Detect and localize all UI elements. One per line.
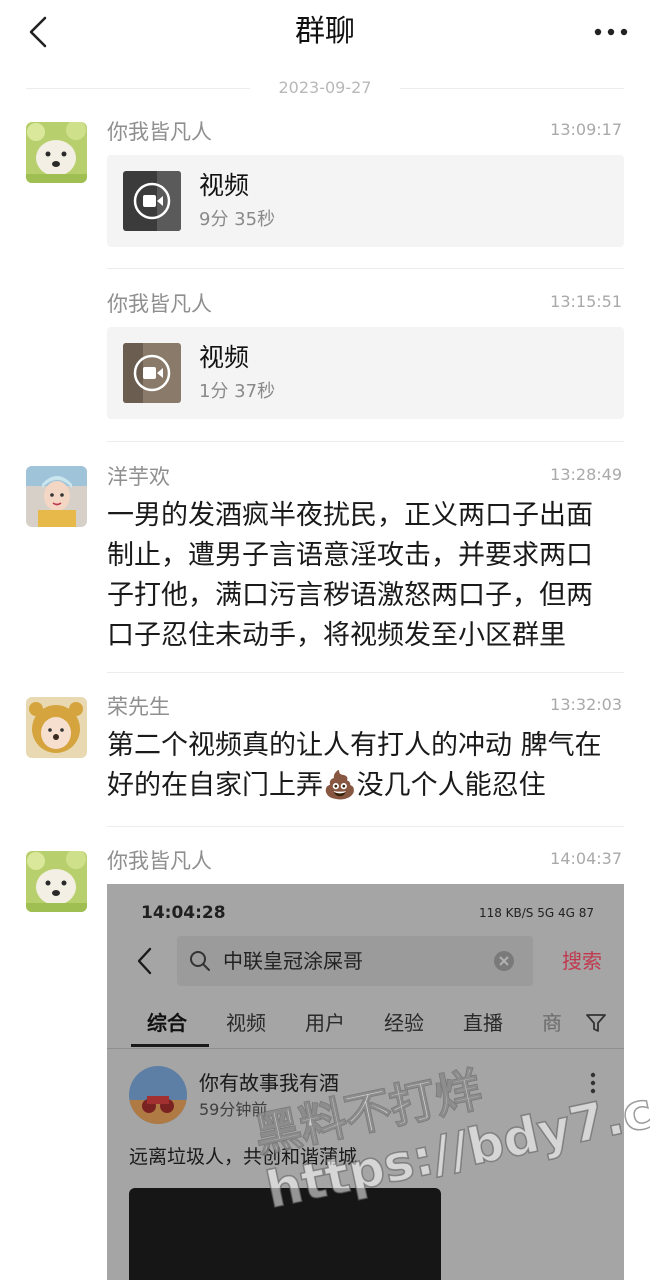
sender-name: 你我皆凡人 (107, 120, 212, 144)
message-time: 13:15:51 (550, 292, 622, 311)
navigation-bar: 群聊 (0, 0, 650, 66)
video-thumbnail (123, 343, 181, 403)
message-divider (107, 268, 624, 269)
video-card[interactable]: 视频 1分 37秒 (107, 327, 624, 419)
more-dots-icon (594, 28, 628, 36)
tab-shop: 商 (542, 1011, 562, 1035)
avatar[interactable] (26, 122, 87, 183)
date-separator: 2023-09-27 (26, 76, 624, 100)
poop-emoji: 💩 (323, 770, 357, 801)
avatar[interactable] (26, 466, 87, 527)
sender-name: 荣先生 (107, 695, 170, 719)
chat-page: 群聊 2023-09-27 你我皆凡人 13:09:17 视频 9分 35秒 你… (0, 0, 650, 1280)
message-text-segment: 好的在自家门上弄 (107, 770, 323, 801)
clear-icon (494, 951, 514, 971)
tab-live: 直播 (463, 1011, 503, 1035)
active-tab-indicator (131, 1044, 209, 1047)
message-divider (107, 672, 624, 673)
separator-line-right (400, 88, 624, 89)
video-duration: 9分 35秒 (199, 209, 276, 230)
message-time: 13:28:49 (550, 465, 622, 484)
avatar[interactable] (26, 697, 87, 758)
page-title: 群聊 (295, 14, 355, 49)
search-tabs: 综合 视频 用户 经验 直播 商 (107, 1006, 624, 1046)
tab-video: 视频 (226, 1011, 266, 1035)
chevron-left-icon (137, 947, 152, 975)
message-text-line: 第二个视频真的让人有打人的冲动 脾气在 (107, 730, 602, 761)
message-text-line: 好的在自家门上弄💩没几个人能忍住 (107, 766, 622, 806)
search-icon (190, 951, 210, 971)
sender-name: 你我皆凡人 (107, 849, 212, 873)
search-query: 中联皇冠涂屎哥 (223, 949, 363, 973)
tab-experience: 经验 (384, 1011, 424, 1035)
message-text: 一男的发酒疯半夜扰民，正义两口子出面 制止，遭男子言语意淫攻击，并要求两口 子打… (107, 496, 622, 656)
message-text-line: 制止，遭男子言语意淫攻击，并要求两口 (107, 540, 593, 571)
status-bar-icons: 118 KB/S 5G 4G 87 (478, 906, 594, 920)
video-thumbnail (123, 171, 181, 231)
status-bar-time: 14:04:28 (141, 903, 226, 923)
video-title: 视频 (199, 343, 250, 372)
message-text-line: 一男的发酒疯半夜扰民，正义两口子出面 (107, 500, 593, 531)
message-text-line: 子打他，满口污言秽语激怒两口子，但两 (107, 580, 593, 611)
filter-icon (586, 1014, 606, 1032)
message-text-segment: 没几个人能忍住 (356, 770, 546, 801)
more-button[interactable] (586, 14, 636, 50)
video-card[interactable]: 视频 9分 35秒 (107, 155, 624, 247)
message-divider (107, 441, 624, 442)
video-duration: 1分 37秒 (199, 381, 276, 402)
tab-comprehensive: 综合 (147, 1011, 187, 1035)
post-username: 你有故事我有酒 (199, 1071, 339, 1095)
message-time: 13:32:03 (550, 695, 622, 714)
post-avatar (129, 1066, 187, 1124)
sender-name: 洋芋欢 (107, 465, 170, 489)
search-input: 中联皇冠涂屎哥 (177, 936, 533, 986)
message-time: 14:04:37 (550, 849, 622, 868)
message-text: 第二个视频真的让人有打人的冲动 脾气在 好的在自家门上弄💩没几个人能忍住 (107, 726, 622, 806)
message-time: 13:09:17 (550, 120, 622, 139)
sender-name: 你我皆凡人 (107, 292, 212, 316)
search-action: 搜索 (562, 949, 602, 973)
avatar[interactable] (26, 851, 87, 912)
video-title: 视频 (199, 171, 250, 200)
message-divider (107, 826, 624, 827)
message-text-line: 口子忍住未动手，将视频发至小区群里 (107, 620, 566, 651)
tab-users: 用户 (305, 1011, 345, 1035)
